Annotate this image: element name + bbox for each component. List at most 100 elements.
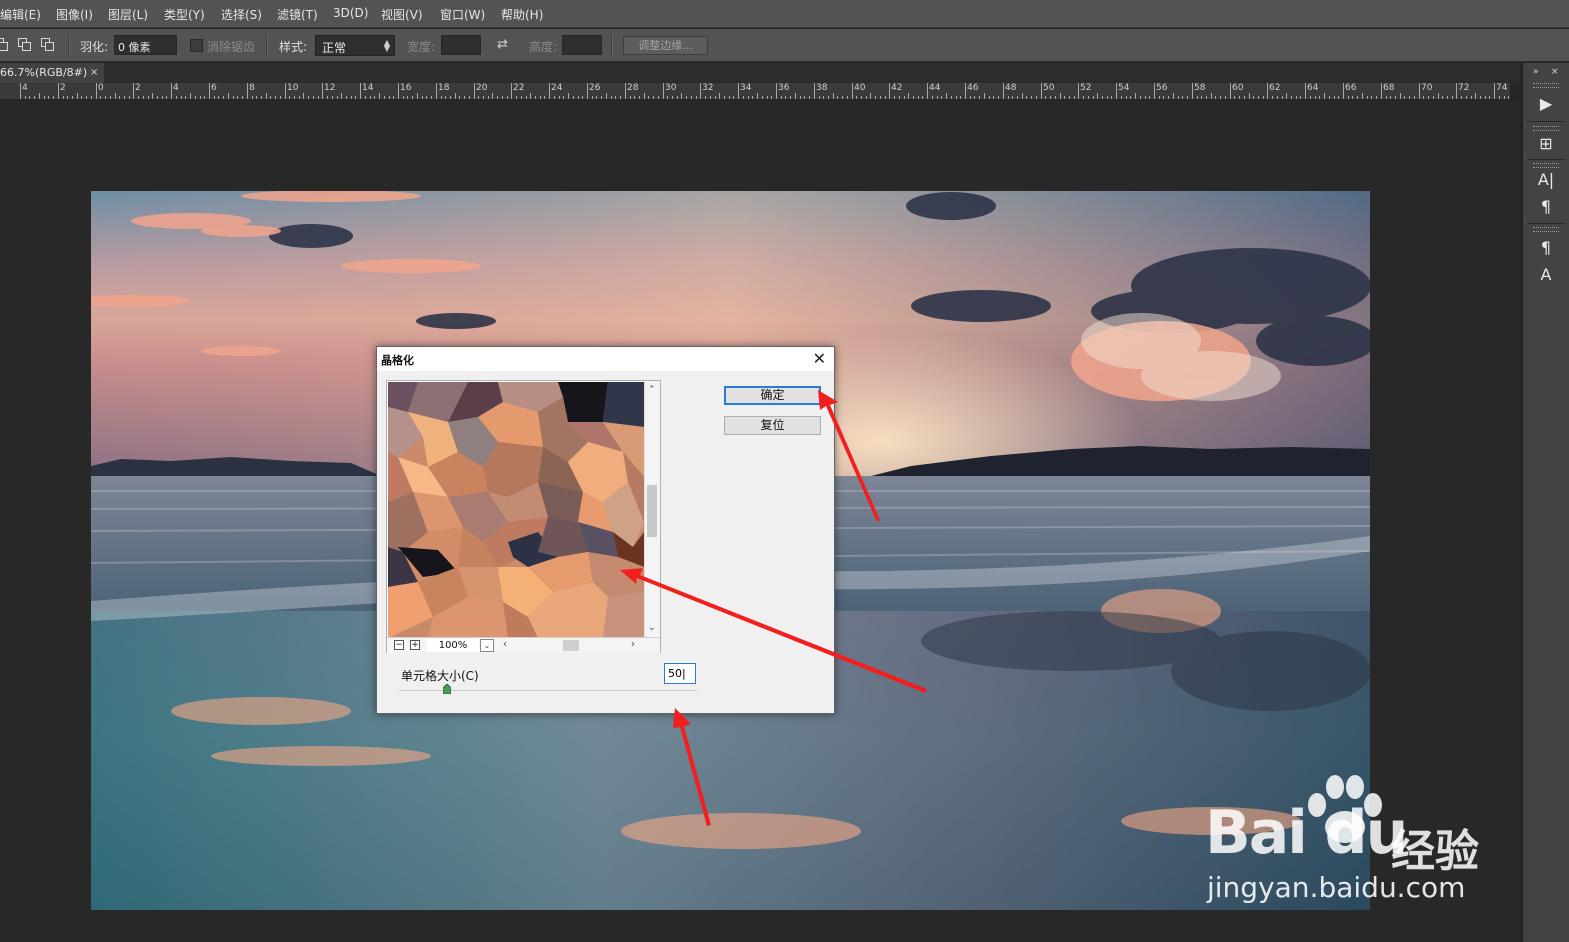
ruler-label: 68: [1383, 83, 1395, 93]
ruler-label: 48: [1005, 83, 1017, 93]
menu-item[interactable]: 3D(D): [333, 6, 376, 20]
divider: [611, 35, 613, 56]
cell-size-label: 单元格大小(C): [401, 669, 479, 683]
slider-thumb[interactable]: [443, 684, 451, 694]
crystallize-dialog: 晶格化 ✕ ⌃ ⌄ − + 100% ⌄ ‹ › 确定 复位 单元格大小(C) …: [376, 346, 835, 714]
ruler-label: 70: [1421, 83, 1433, 93]
menu-item[interactable]: 类型(Y): [164, 6, 213, 23]
scrollbar-thumb[interactable]: [647, 485, 657, 537]
refine-edge-button[interactable]: 调整边缘...: [623, 36, 708, 55]
chevron-down-icon[interactable]: ⌄: [480, 639, 494, 652]
new-selection-icon[interactable]: [0, 38, 8, 51]
ruler-label: 50: [1043, 83, 1055, 93]
ruler-label: 22: [513, 83, 525, 93]
info-icon[interactable]: ⊞: [1533, 133, 1559, 155]
preview-vertical-scrollbar[interactable]: ⌃ ⌄: [644, 381, 660, 637]
scrollbar-thumb[interactable]: [563, 640, 579, 651]
cell-size-input[interactable]: 50|: [664, 663, 696, 684]
divider: [1527, 159, 1565, 160]
document-tab-bar: 66.7%(RGB/8#) ×: [0, 63, 1520, 83]
height-input[interactable]: [562, 35, 602, 55]
ruler-label: 20: [476, 83, 488, 93]
character-style-icon[interactable]: A: [1533, 264, 1559, 286]
panel-grip[interactable]: [1533, 126, 1559, 131]
width-input[interactable]: [441, 35, 481, 55]
text-caret: |: [682, 667, 686, 680]
paragraph-icon[interactable]: ¶: [1533, 196, 1559, 218]
ruler-label: 36: [778, 83, 790, 93]
panel-grip[interactable]: [1533, 227, 1559, 232]
menu-item[interactable]: 帮助(H): [501, 6, 551, 23]
close-icon[interactable]: ✕: [813, 349, 826, 368]
add-selection-icon[interactable]: [18, 38, 31, 51]
chevron-down-icon[interactable]: ⌄: [648, 623, 656, 633]
width-label: 宽度:: [407, 40, 436, 54]
divider: [1527, 223, 1565, 224]
panel-dock: » × ▶ ⊞ A| ¶ ¶ A: [1522, 63, 1569, 942]
chevron-left-icon[interactable]: ‹: [503, 639, 507, 650]
ruler-label: 40: [854, 83, 866, 93]
ruler-label: 66: [1345, 83, 1357, 93]
ruler-label: 42: [891, 83, 903, 93]
panel-grip[interactable]: [1533, 163, 1559, 168]
ruler-label: 6: [211, 83, 217, 93]
height-label: 高度:: [529, 40, 558, 54]
ruler-label: 46: [967, 83, 979, 93]
feather-input[interactable]: 0 像素: [114, 35, 177, 55]
panel-grip[interactable]: [1533, 83, 1559, 88]
zoom-out-button[interactable]: −: [394, 640, 404, 650]
ruler-label: 52: [1080, 83, 1092, 93]
ruler-label: 16: [400, 83, 412, 93]
horizontal-ruler: 4 2 0 2 4 6 8 10 12 14 16 18 20 22 24 26 28 30 32 34 36 38 40 4…: [0, 83, 1510, 100]
menu-bar: 编辑(E) 图像(I) 图层(L) 类型(Y) 选择(S) 滤镜(T) 3D(D) 视图(V)…: [0, 0, 1569, 28]
ruler-label: 56: [1156, 83, 1168, 93]
ruler-label: 32: [702, 83, 714, 93]
ruler-label: 34: [740, 83, 752, 93]
collapse-panels-button[interactable]: »: [1533, 67, 1539, 77]
ok-button[interactable]: 确定: [724, 386, 821, 405]
reset-button[interactable]: 复位: [724, 416, 821, 435]
zoom-value[interactable]: 100%: [427, 639, 479, 652]
antialias-checkbox[interactable]: [190, 39, 203, 52]
chevron-up-icon[interactable]: ⌃: [648, 385, 656, 395]
character-icon[interactable]: A|: [1533, 169, 1559, 191]
antialias-label: 消除锯齿: [207, 40, 256, 54]
menu-item[interactable]: 编辑(E): [0, 6, 49, 23]
menu-item[interactable]: 视图(V): [381, 6, 431, 23]
ruler-label: 0: [98, 83, 104, 93]
play-icon[interactable]: ▶: [1533, 93, 1559, 115]
ruler-label: 24: [551, 83, 563, 93]
ruler-label: 18: [438, 83, 450, 93]
close-icon[interactable]: ×: [90, 63, 98, 83]
swap-icon[interactable]: ⇄: [497, 37, 508, 52]
chevron-right-icon[interactable]: ›: [631, 639, 635, 650]
ruler-label: 28: [627, 83, 639, 93]
watermark-cn-text: 经验: [1391, 826, 1479, 877]
divider: [1527, 121, 1565, 122]
crystallized-preview: [388, 382, 644, 638]
ruler-label: 72: [1458, 83, 1470, 93]
dialog-titlebar[interactable]: 晶格化 ✕: [377, 347, 834, 371]
ruler-label: 4: [22, 83, 28, 93]
menu-item[interactable]: 选择(S): [221, 6, 270, 23]
subtract-selection-icon[interactable]: [41, 38, 54, 51]
style-label: 样式:: [279, 40, 308, 54]
ruler-label: 62: [1269, 83, 1281, 93]
paragraph-style-icon[interactable]: ¶: [1533, 237, 1559, 259]
menu-item[interactable]: 图层(L): [108, 6, 156, 23]
zoom-in-button[interactable]: +: [410, 640, 420, 650]
style-select[interactable]: 正常 ▲ ▼: [315, 35, 395, 56]
baidu-watermark: Bai du 经验 jingyan.baidu.com: [1195, 775, 1495, 915]
close-panels-button[interactable]: ×: [1551, 67, 1559, 77]
ruler-label: 44: [929, 83, 941, 93]
preview-image[interactable]: [388, 382, 644, 638]
menu-item[interactable]: 图像(I): [56, 6, 101, 23]
menu-item[interactable]: 滤镜(T): [277, 6, 326, 23]
ruler-label: 10: [287, 83, 299, 93]
ruler-label: 2: [60, 83, 66, 93]
ruler-label: 30: [665, 83, 677, 93]
ruler-label: 14: [362, 83, 374, 93]
document-tab[interactable]: 66.7%(RGB/8#) ×: [0, 63, 104, 83]
filter-preview[interactable]: ⌃ ⌄ − + 100% ⌄ ‹ ›: [386, 380, 661, 653]
menu-item[interactable]: 窗口(W): [440, 6, 493, 23]
